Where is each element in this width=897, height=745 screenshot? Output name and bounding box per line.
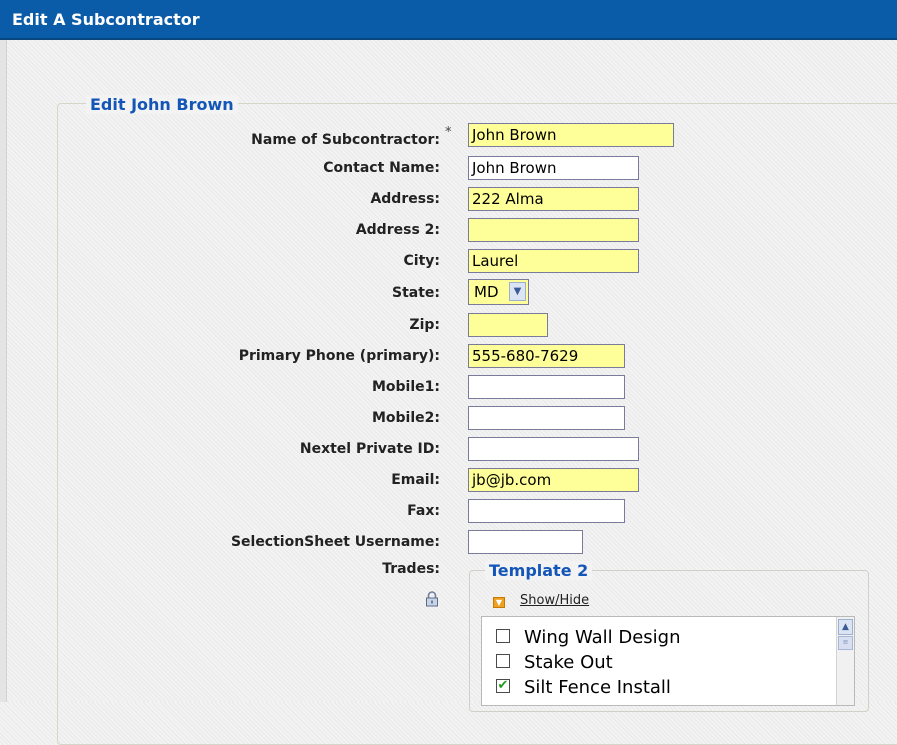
state-select-value: MD	[474, 283, 499, 301]
form-legend: Edit John Brown	[86, 95, 238, 114]
label-mobile2: Mobile2:	[371, 410, 440, 426]
label-nextel: Nextel Private ID:	[299, 441, 440, 457]
state-select[interactable]: MD ▼	[468, 279, 529, 305]
list-item[interactable]: Wing Wall Design	[496, 627, 681, 648]
label-contact: Contact Name:	[323, 160, 440, 176]
trades-list[interactable]: Wing Wall Design Stake Out ✔ Silt Fence I…	[481, 616, 855, 706]
trade-checkbox-checked[interactable]: ✔	[496, 679, 510, 693]
fax-input[interactable]	[468, 499, 625, 523]
label-city: City:	[403, 253, 441, 269]
chevron-down-icon[interactable]: ▼	[509, 282, 526, 301]
label-phone: Primary Phone (primary):	[238, 348, 440, 364]
trades-scrollbar[interactable]: ▲ ≡	[836, 617, 854, 705]
trade-checkbox-unchecked[interactable]	[496, 629, 510, 643]
name-input[interactable]: John Brown	[468, 123, 674, 147]
trade-label: Stake Out	[524, 652, 613, 673]
address-input[interactable]: 222 Alma	[468, 187, 639, 211]
scroll-thumb[interactable]: ≡	[838, 636, 853, 650]
zip-input[interactable]	[468, 313, 548, 337]
trade-label: Silt Fence Install	[524, 677, 671, 698]
window-title: Edit A Subcontractor	[12, 10, 200, 29]
label-trades: Trades:	[382, 561, 440, 577]
selection-username-input[interactable]	[468, 530, 583, 554]
primary-phone-input[interactable]: 555-680-7629	[468, 344, 625, 368]
label-address2: Address 2:	[355, 222, 440, 238]
mobile2-input[interactable]	[468, 406, 625, 430]
frame-left-edge	[0, 40, 7, 702]
mobile1-input[interactable]	[468, 375, 625, 399]
label-state: State:	[391, 285, 440, 301]
label-email: Email:	[391, 472, 440, 488]
label-zip: Zip:	[409, 317, 440, 333]
city-input[interactable]: Laurel	[468, 249, 639, 273]
list-item[interactable]: ✔ Silt Fence Install	[496, 677, 671, 698]
address2-input[interactable]	[468, 218, 639, 242]
scroll-up-icon[interactable]: ▲	[838, 619, 853, 635]
label-mobile1: Mobile1:	[371, 379, 440, 395]
label-fax: Fax:	[407, 503, 440, 519]
trade-label: Wing Wall Design	[524, 627, 681, 648]
lock-icon	[426, 591, 438, 607]
label-name: Name of Subcontractor:	[251, 132, 440, 148]
list-item[interactable]: Stake Out	[496, 652, 613, 673]
email-input[interactable]: jb@jb.com	[468, 468, 639, 492]
label-address: Address:	[370, 191, 440, 207]
show-hide-link[interactable]: Show/Hide	[520, 593, 589, 608]
label-selection-username: SelectionSheet Username:	[230, 534, 440, 550]
window-titlebar: Edit A Subcontractor	[0, 0, 897, 40]
collapse-arrow-icon[interactable]: ▼	[493, 597, 505, 608]
nextel-id-input[interactable]	[468, 437, 639, 461]
required-marker: *	[445, 125, 452, 140]
template-legend: Template 2	[485, 561, 593, 580]
trade-checkbox-unchecked[interactable]	[496, 654, 510, 668]
contact-name-input[interactable]: John Brown	[468, 156, 639, 180]
